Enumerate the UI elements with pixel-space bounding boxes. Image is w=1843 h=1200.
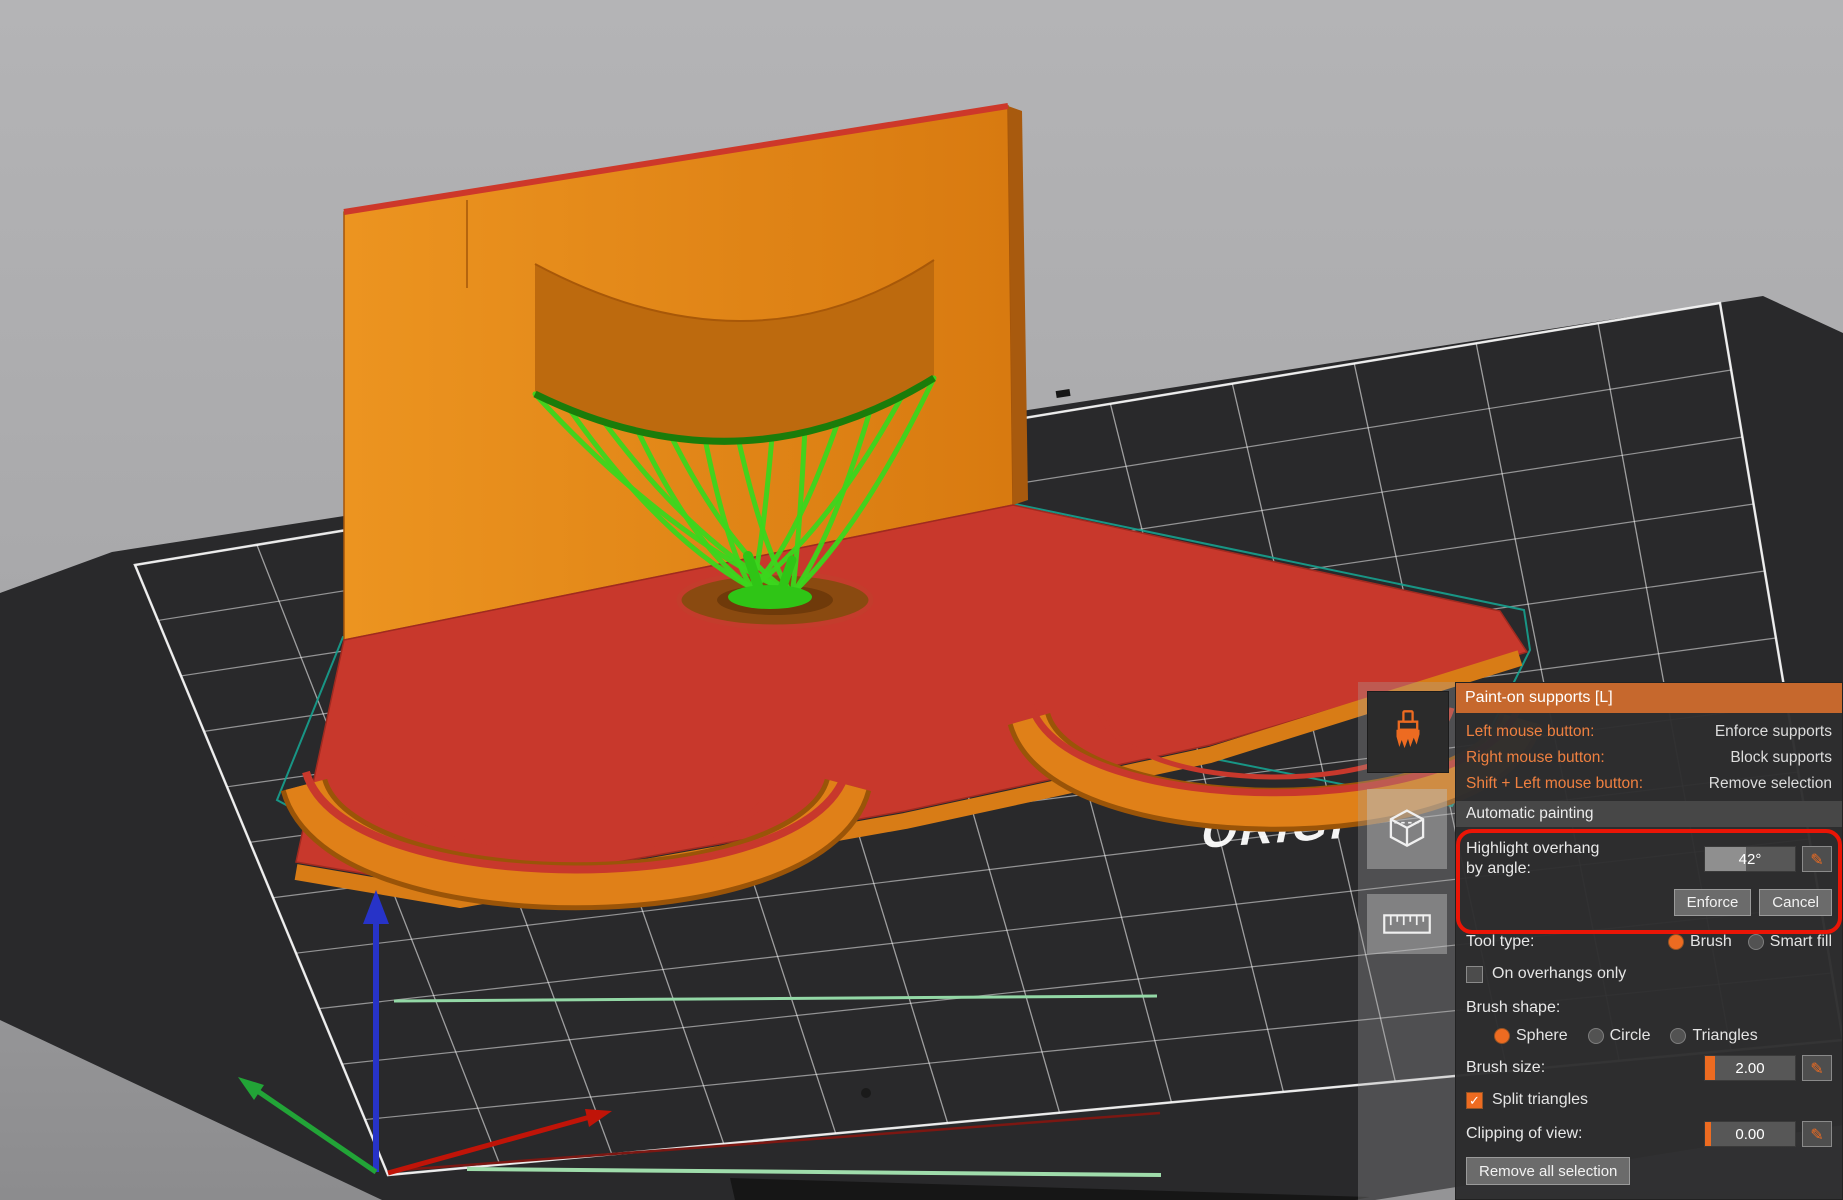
tool-type-label: Tool type: <box>1466 933 1535 950</box>
right-mouse-hint-label: Right mouse button: <box>1466 749 1605 766</box>
brush-shape-circle-radio[interactable] <box>1587 1028 1604 1044</box>
support-trunk-base <box>728 585 812 609</box>
on-overhangs-only-label[interactable]: On overhangs only <box>1492 965 1626 983</box>
brush-shape-triangles-radio[interactable] <box>1670 1028 1687 1044</box>
highlight-overhang-label-line2: by angle: <box>1466 860 1531 877</box>
overhang-buttons-row: Enforce Cancel <box>1466 888 1832 916</box>
clipping-of-view-row: Clipping of view: 0.00 ✎ <box>1466 1121 1832 1147</box>
clipping-edit-button[interactable]: ✎ <box>1802 1121 1832 1147</box>
clipping-of-view-value: 0.00 <box>1735 1125 1765 1143</box>
tool-type-smart-fill-label[interactable]: Smart fill <box>1770 933 1832 951</box>
check-icon: ✓ <box>1469 1092 1480 1108</box>
tool-type-brush-radio[interactable] <box>1667 934 1684 950</box>
brush-icon <box>1396 710 1420 749</box>
cube-icon <box>1389 809 1425 847</box>
gizmo-toolbar <box>1358 682 1455 1200</box>
overhang-angle-input[interactable]: 42° <box>1704 846 1796 872</box>
on-overhangs-only-checkbox[interactable]: ✓ <box>1466 965 1483 983</box>
clipping-input-group: 0.00 ✎ <box>1704 1121 1832 1147</box>
clipping-of-view-input[interactable]: 0.00 <box>1704 1121 1796 1147</box>
slicer-window: { "accent_color": "#ED6B21", "annotation… <box>0 0 1843 1200</box>
tool-type-brush-label[interactable]: Brush <box>1690 933 1732 951</box>
automatic-painting-header[interactable]: Automatic painting <box>1456 801 1842 827</box>
gizmo-paint-on-supports-button[interactable] <box>1367 691 1449 773</box>
clipping-of-view-label: Clipping of view: <box>1466 1125 1583 1142</box>
brush-shape-label: Brush shape: <box>1466 999 1561 1016</box>
highlight-overhang-label: Highlight overhang by angle: <box>1466 839 1599 879</box>
brush-shape-sphere-radio[interactable] <box>1494 1028 1510 1044</box>
cancel-button[interactable]: Cancel <box>1759 888 1832 916</box>
shift-left-mouse-hint-label: Shift + Left mouse button: <box>1466 775 1644 792</box>
enforce-button[interactable]: Enforce <box>1673 888 1752 916</box>
brush-size-row: Brush size: 2.00 ✎ <box>1466 1055 1832 1081</box>
shift-left-mouse-hint-value: Remove selection <box>1708 775 1832 792</box>
pencil-icon: ✎ <box>1810 849 1824 869</box>
paint-on-supports-panel: Paint-on supports [L] Left mouse button:… <box>1455 682 1843 1200</box>
tool-type-smart-fill-radio[interactable] <box>1747 934 1764 950</box>
brush-size-edit-button[interactable]: ✎ <box>1802 1055 1832 1081</box>
pencil-icon: ✎ <box>1810 1058 1824 1078</box>
bed-screw <box>861 1088 871 1098</box>
brush-size-input[interactable]: 2.00 <box>1704 1055 1796 1081</box>
brush-size-input-group: 2.00 ✎ <box>1704 1055 1832 1081</box>
split-triangles-label[interactable]: Split triangles <box>1492 1091 1588 1109</box>
ruler-icon <box>1383 914 1431 934</box>
pencil-icon: ✎ <box>1810 1124 1824 1144</box>
gizmo-seam-button[interactable] <box>1367 789 1447 869</box>
left-mouse-hint-value: Enforce supports <box>1714 723 1832 740</box>
brush-shape-triangles-label[interactable]: Triangles <box>1692 1027 1757 1045</box>
brush-size-label: Brush size: <box>1466 1059 1546 1076</box>
brush-shape-options-row: Sphere Circle Triangles <box>1466 1023 1832 1049</box>
remove-all-selection-button[interactable]: Remove all selection <box>1466 1157 1631 1185</box>
overhang-angle-value: 42° <box>1738 850 1762 868</box>
left-mouse-hint-label: Left mouse button: <box>1466 723 1595 740</box>
remove-all-row: Remove all selection <box>1466 1157 1832 1185</box>
brush-size-value: 2.00 <box>1735 1059 1765 1077</box>
hint-row: Right mouse button: Block supports <box>1466 745 1832 771</box>
brush-shape-sphere-label[interactable]: Sphere <box>1516 1027 1568 1045</box>
tool-type-row: Tool type: Brush Smart fill <box>1466 929 1832 955</box>
gizmo-measure-button[interactable] <box>1367 894 1447 954</box>
hint-row: Shift + Left mouse button: Remove select… <box>1466 771 1832 797</box>
hint-row: Left mouse button: Enforce supports <box>1466 719 1832 745</box>
on-overhangs-only-row: ✓ On overhangs only <box>1466 961 1832 987</box>
overhang-angle-edit-button[interactable]: ✎ <box>1802 846 1832 872</box>
split-triangles-row: ✓ Split triangles <box>1466 1087 1832 1113</box>
highlight-overhang-row: Highlight overhang by angle: 42° ✎ <box>1466 833 1832 885</box>
brush-shape-label-row: Brush shape: <box>1466 995 1832 1021</box>
panel-title: Paint-on supports [L] <box>1456 683 1842 713</box>
highlight-overhang-label-line1: Highlight overhang <box>1466 840 1600 857</box>
overhang-angle-input-group: 42° ✎ <box>1704 846 1832 872</box>
split-triangles-checkbox[interactable]: ✓ <box>1466 1091 1483 1109</box>
right-mouse-hint-value: Block supports <box>1730 749 1832 766</box>
brush-shape-circle-label[interactable]: Circle <box>1610 1027 1651 1045</box>
